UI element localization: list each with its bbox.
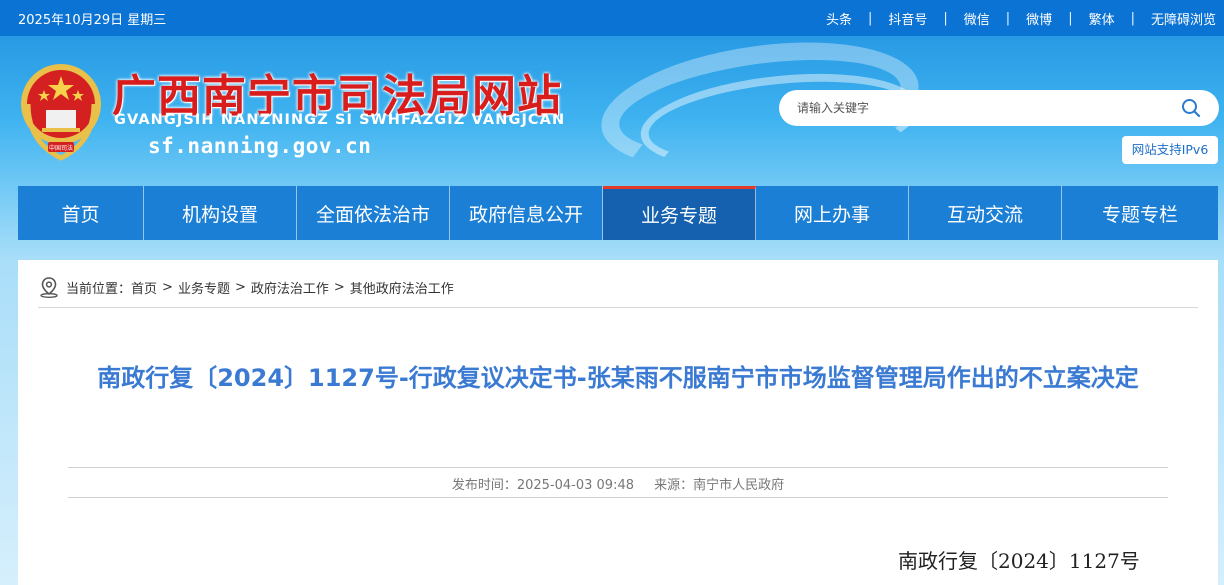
breadcrumb-business-topics[interactable]: 业务专题 [178, 278, 230, 297]
publish-time: 发布时间：2025-04-03 09:48 [451, 478, 634, 493]
separator: | [1068, 11, 1073, 26]
nav-item-online-services[interactable]: 网上办事 [756, 186, 909, 240]
nav-item-home[interactable]: 首页 [18, 186, 144, 240]
document-number: 南政行复〔2024〕1127号 [898, 549, 1140, 573]
content-panel: 当前位置： 首页 > 业务专题 > 政府法治工作 > 其他政府法治工作 南政行复… [18, 260, 1218, 585]
breadcrumb-arrow: > [333, 279, 345, 295]
location-pin-icon [40, 277, 58, 298]
weibo-link[interactable]: 微博 [1024, 9, 1054, 28]
divider [68, 497, 1168, 498]
traditional-chinese-link[interactable]: 繁体 [1087, 9, 1117, 28]
separator: | [1130, 11, 1135, 26]
breadcrumb-arrow: > [234, 279, 246, 295]
justice-emblem-icon[interactable]: 中国司法 [18, 58, 104, 166]
breadcrumb-other-law-work[interactable]: 其他政府法治工作 [350, 278, 454, 297]
accessibility-link[interactable]: 无障碍浏览 [1149, 9, 1218, 28]
toutiao-link[interactable]: 头条 [824, 9, 854, 28]
wechat-link[interactable]: 微信 [962, 9, 992, 28]
ipv6-badge: 网站支持IPv6 [1122, 136, 1218, 164]
separator: | [867, 11, 873, 26]
search-icon[interactable] [1181, 98, 1201, 118]
breadcrumb-gov-law-work[interactable]: 政府法治工作 [251, 278, 329, 297]
breadcrumb: 当前位置： 首页 > 业务专题 > 政府法治工作 > 其他政府法治工作 [38, 276, 454, 298]
current-date: 2025年10月29日 星期三 [18, 13, 167, 28]
site-header: 中国司法 广西南宁市司法局网站 GVANGJSIH NANZNINGZ SI S… [0, 36, 1224, 186]
article-title: 南政行复〔2024〕1127号-行政复议决定书-张某雨不服南宁市市场监督管理局作… [97, 364, 1139, 392]
site-subtitle: GVANGJSIH NANZNINGZ SI SWHFAZGIZ VANGJCA… [114, 112, 566, 128]
main-nav: 首页 机构设置 全面依法治市 政府信息公开 业务专题 网上办事 互动交流 专题专… [18, 186, 1218, 240]
top-links: 头条 | 抖音号 | 微信 | 微博 | 繁体 | 无障碍浏览 [824, 9, 1218, 28]
breadcrumb-label: 当前位置： [66, 281, 132, 297]
nav-item-rule-of-law[interactable]: 全面依法治市 [297, 186, 450, 240]
top-bar: 2025年10月29日 星期三 头条 | 抖音号 | 微信 | 微博 | 繁体 … [0, 0, 1224, 36]
article-meta: 发布时间：2025-04-03 09:48 来源：南宁市人民政府 [68, 474, 1168, 493]
breadcrumb-home[interactable]: 首页 [131, 278, 157, 297]
site-domain: sf.nanning.gov.cn [148, 134, 372, 158]
nav-item-gov-info[interactable]: 政府信息公开 [450, 186, 603, 240]
separator: | [943, 11, 948, 26]
emblem-text: 中国司法 [49, 144, 73, 152]
divider [68, 467, 1168, 468]
divider [38, 307, 1198, 308]
nav-item-organization[interactable]: 机构设置 [144, 186, 297, 240]
article-source: 来源：南宁市人民政府 [654, 478, 785, 493]
breadcrumb-arrow: > [162, 279, 173, 295]
nav-item-interaction[interactable]: 互动交流 [909, 186, 1062, 240]
separator: | [1005, 11, 1011, 26]
nav-item-business-topics[interactable]: 业务专题 [603, 186, 756, 240]
nav-item-special-columns[interactable]: 专题专栏 [1062, 186, 1218, 240]
douyin-link[interactable]: 抖音号 [886, 9, 929, 28]
search-input[interactable] [797, 99, 1157, 117]
search-box [779, 90, 1219, 126]
